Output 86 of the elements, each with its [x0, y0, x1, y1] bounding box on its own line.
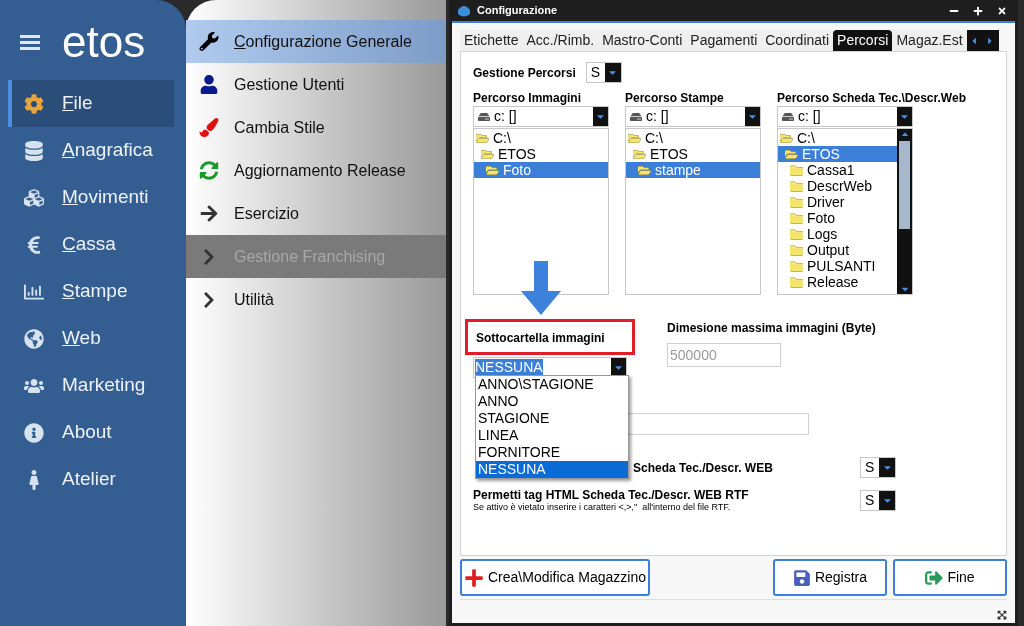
wrench-icon [198, 32, 220, 51]
tab[interactable]: Acc./Rimb. [522, 30, 599, 51]
sidebar-item[interactable]: Cassa [8, 221, 174, 268]
tab[interactable]: Percorsi [833, 30, 893, 51]
tree-item[interactable]: C:\ [626, 130, 760, 146]
sidebar-item[interactable]: Movimenti [8, 174, 174, 221]
tree-item[interactable]: C:\ [474, 130, 608, 146]
tree-item[interactable]: stampe [626, 162, 760, 178]
menu-item[interactable]: Utilità [186, 278, 446, 321]
dropdown-option[interactable]: NESSUNA [476, 461, 628, 478]
tree-item[interactable]: Release [778, 274, 897, 290]
tree-item[interactable]: ETOS [474, 146, 608, 162]
sidebar-item[interactable]: Anagrafica [8, 127, 174, 174]
info-icon [24, 422, 44, 443]
field-label: Percorso Immagini [473, 91, 582, 106]
sidebar-item[interactable]: Atelier [8, 456, 174, 503]
drive-select[interactable]: c: [] [625, 106, 761, 127]
tree-item[interactable]: ETOS [626, 146, 760, 162]
select-field[interactable]: S [860, 457, 896, 478]
close-icon[interactable] [997, 5, 1007, 16]
sidebar-item[interactable]: Marketing [8, 362, 174, 409]
dropdown-option[interactable]: LINEA [476, 427, 628, 444]
drive-icon [478, 110, 490, 123]
tree-item[interactable]: ETOS [778, 146, 897, 162]
tree-item[interactable]: C:\ [778, 130, 897, 146]
menu-item[interactable]: Cambia Stile [186, 106, 446, 149]
gear-icon [24, 93, 44, 114]
maximize-icon[interactable] [973, 5, 983, 16]
field-label: Percorso Stampe [625, 91, 724, 106]
app-icon [457, 3, 471, 18]
resize-grip-icon[interactable] [997, 610, 1007, 620]
note-text: Se attivo è vietato inserire i caratteri <,>," all'interno del file RTF. [473, 502, 732, 513]
sidebar-item[interactable]: File [8, 80, 174, 127]
drive-select[interactable]: c: [] [473, 106, 609, 127]
refresh-icon [198, 161, 220, 180]
tree-item[interactable]: Foto [474, 162, 608, 178]
tree-item[interactable]: Driver [778, 194, 897, 210]
tab[interactable]: Magaz.Est [892, 30, 967, 51]
sidebar-item[interactable]: About [8, 409, 174, 456]
logo: etos [62, 18, 146, 66]
window-title: Configurazione [477, 3, 559, 19]
user-icon [198, 75, 220, 94]
field-label: Gestione Percorsi [473, 64, 576, 82]
arrow-right-icon [198, 204, 220, 223]
tree-item[interactable]: Cassa1 [778, 162, 897, 178]
menu-item[interactable]: Esercizio [186, 192, 446, 235]
dropdown-option[interactable]: ANNO [476, 393, 628, 410]
menu-item[interactable]: Aggiornamento Release [186, 149, 446, 192]
dropdown-option[interactable]: ANNO\STAGIONE [476, 376, 628, 393]
drive-select[interactable]: c: [] [777, 106, 913, 127]
sidebar-item[interactable]: Stampe [8, 268, 174, 315]
tab[interactable]: Pagamenti [686, 30, 762, 51]
tab[interactable]: Coordinati [761, 30, 834, 51]
tree-item[interactable]: DescrWeb [778, 178, 897, 194]
dialog-button[interactable]: Registra [773, 559, 887, 596]
dialog-button[interactable]: Fine [893, 559, 1007, 596]
field-label: Permetti tag HTML Scheda Tec./Descr. WEB RTF [473, 488, 750, 502]
scrollbar[interactable] [897, 129, 912, 294]
select-field[interactable]: S [860, 490, 896, 511]
sidebar-item[interactable]: Web [8, 315, 174, 362]
tree-item[interactable]: Output [778, 242, 897, 258]
dialog-button[interactable]: Crea\Modifica Magazzino [460, 559, 650, 596]
menu-item[interactable]: Gestione Utenti [186, 63, 446, 106]
field-label: Dimesione massima immagini (Byte) [667, 320, 876, 337]
select-field[interactable]: S [585, 62, 622, 83]
exit-door-icon [925, 568, 944, 587]
brush-icon [198, 118, 220, 137]
menu-item[interactable]: Configurazione Generale [186, 20, 446, 63]
cubes-icon [24, 187, 44, 208]
plus-icon [464, 567, 484, 588]
field-label: Scheda Tec./Descr. WEB [633, 459, 774, 477]
menu-icon[interactable] [20, 34, 40, 50]
field-label: Sottocartella immagini [476, 331, 605, 345]
tree-item[interactable]: Foto [778, 210, 897, 226]
dropdown-option[interactable]: STAGIONE [476, 410, 628, 427]
database-icon [24, 140, 44, 161]
down-arrow-icon [521, 261, 561, 315]
globe-icon [24, 328, 44, 349]
dropdown-option[interactable]: FORNITORE [476, 444, 628, 461]
tab[interactable]: Etichette [460, 30, 523, 51]
field-label: Percorso Scheda Tec.\Descr.Web [777, 91, 966, 106]
tree-item[interactable]: Logs [778, 226, 897, 242]
drive-icon [630, 110, 642, 123]
tab[interactable]: Mastro-Conti [598, 30, 687, 51]
tree-item[interactable]: PULSANTI [778, 258, 897, 274]
drive-icon [782, 110, 794, 123]
